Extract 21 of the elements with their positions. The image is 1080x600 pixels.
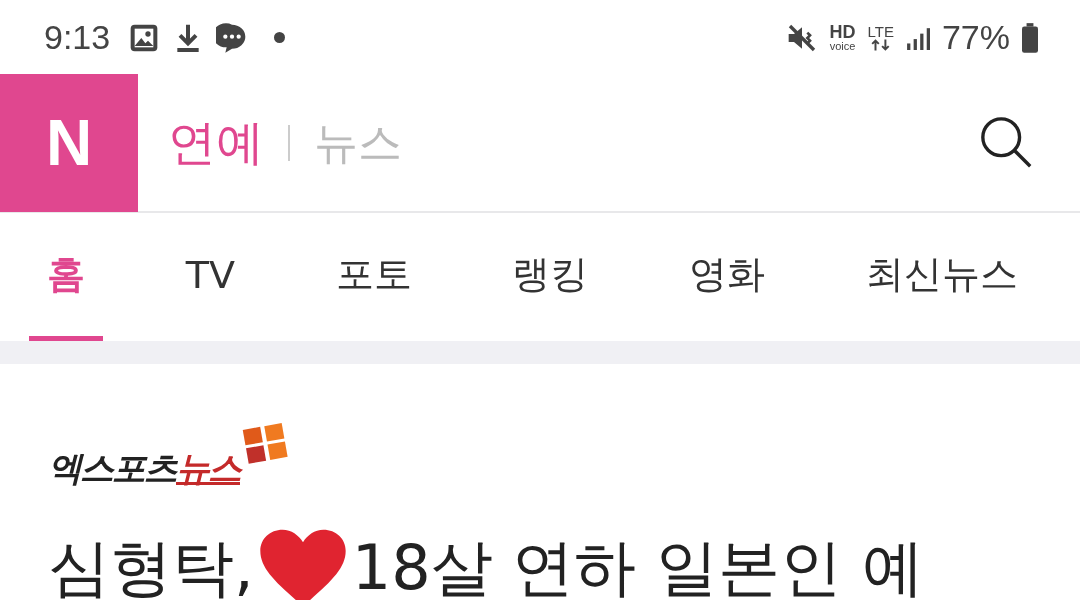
nav-tab[interactable]: 포토 <box>317 213 430 341</box>
network-label: LTE <box>867 24 894 39</box>
battery-icon <box>1022 22 1038 53</box>
headline-text: 심형탁, <box>48 530 254 600</box>
heart-icon <box>257 528 348 600</box>
nav-tab[interactable]: 영화 <box>671 213 784 341</box>
battery-percent: 77% <box>941 18 1010 57</box>
section-title[interactable]: 연예 <box>168 111 264 175</box>
title-divider <box>288 125 290 161</box>
nav-tab[interactable]: TV <box>167 213 253 341</box>
data-arrows-icon <box>869 39 892 51</box>
headline-text: 18살 연하 일본인 예 <box>351 530 924 600</box>
nav-tab[interactable]: 최신뉴스 <box>847 213 1036 341</box>
app-logo[interactable]: N <box>0 74 138 212</box>
voice-label: voice <box>829 41 856 52</box>
logo-text: 엑스포츠 <box>48 447 176 490</box>
clock-time: 9:13 <box>44 18 111 57</box>
nav-tab[interactable]: 랭킹 <box>494 213 607 341</box>
signal-icon <box>905 25 930 50</box>
dot-icon <box>274 32 286 43</box>
hd-label: HD <box>829 23 856 41</box>
